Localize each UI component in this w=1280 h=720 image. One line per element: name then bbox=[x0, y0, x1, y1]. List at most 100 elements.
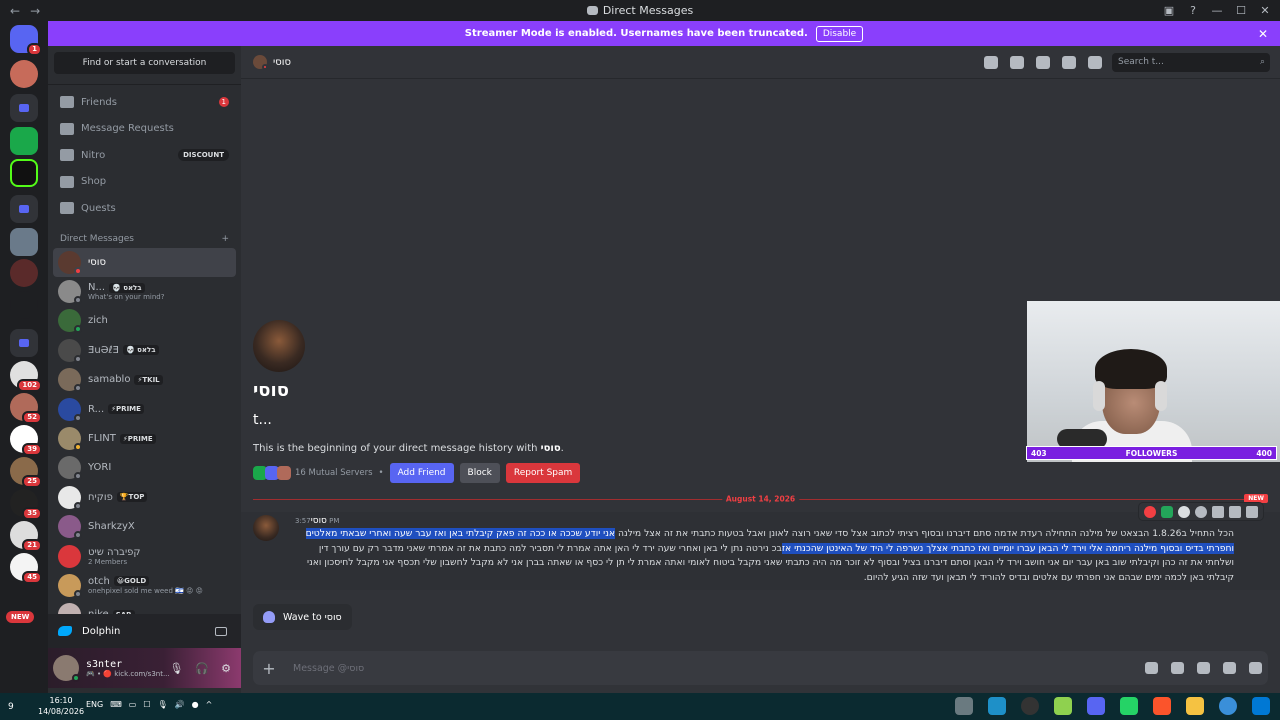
emoji-icon[interactable] bbox=[1223, 662, 1236, 674]
maximize-button[interactable]: ☐ bbox=[1232, 4, 1250, 17]
inbox-icon[interactable]: ▣ bbox=[1160, 4, 1178, 17]
dm-item[interactable]: otch 😀GOLD onehpixel sold me weed 🇮🇱 😡 😡 bbox=[53, 571, 236, 600]
add-friend-button[interactable]: Add Friend bbox=[389, 463, 454, 483]
keyboard-icon[interactable]: ⌨ bbox=[110, 700, 122, 709]
discord-taskbar-icon[interactable] bbox=[1087, 697, 1105, 715]
activity-panel[interactable]: Dolphin bbox=[48, 614, 241, 648]
taskbar-app-icon[interactable] bbox=[1054, 697, 1072, 715]
server-icon[interactable]: 25 bbox=[10, 457, 42, 488]
steam-icon[interactable] bbox=[988, 697, 1006, 715]
add-reaction-icon[interactable] bbox=[1195, 505, 1207, 518]
reply-icon[interactable] bbox=[1212, 505, 1224, 518]
screen-share-icon[interactable] bbox=[215, 626, 227, 636]
clock[interactable]: 16:10 14/08/2026 bbox=[38, 695, 84, 717]
start-button-icon[interactable] bbox=[1252, 697, 1270, 715]
server-icon[interactable] bbox=[10, 291, 38, 319]
server-icon[interactable]: 52 bbox=[10, 393, 42, 424]
server-folder-icon[interactable] bbox=[10, 195, 38, 223]
display-icon[interactable]: ☐ bbox=[143, 700, 150, 709]
gift-icon[interactable] bbox=[1145, 662, 1158, 674]
dm-item[interactable]: N... 💀 בלאס What's on your mind? bbox=[53, 277, 236, 306]
disable-button[interactable]: Disable bbox=[815, 25, 864, 42]
dm-item[interactable]: פוקיח 🏆TOP bbox=[53, 483, 236, 512]
search-input[interactable]: Search t... ⌕ bbox=[1112, 52, 1270, 72]
forward-arrow-icon[interactable]: → bbox=[30, 4, 40, 18]
whatsapp-icon[interactable] bbox=[1120, 697, 1138, 715]
server-icon[interactable] bbox=[10, 228, 38, 256]
dm-item[interactable]: zich bbox=[53, 306, 236, 335]
wave-button[interactable]: Wave to סוסי bbox=[253, 604, 352, 630]
mic-tray-icon[interactable]: 🎙 bbox=[158, 700, 168, 709]
show-hidden-icons-chevron-icon[interactable]: ^ bbox=[206, 700, 213, 709]
nav-friends[interactable]: Friends 1 bbox=[48, 89, 241, 116]
user-profile-icon[interactable] bbox=[1088, 55, 1102, 69]
message-input[interactable] bbox=[293, 662, 893, 674]
dm-item[interactable]: SharkzyX bbox=[53, 512, 236, 541]
heart-reaction-icon[interactable] bbox=[1144, 505, 1156, 518]
message-avatar[interactable] bbox=[253, 515, 279, 541]
server-icon[interactable]: 21 bbox=[10, 521, 42, 552]
nav-quests[interactable]: Quests bbox=[48, 195, 241, 222]
server-icon[interactable]: 39 bbox=[10, 425, 42, 456]
server-icon[interactable] bbox=[10, 259, 38, 287]
skull-reaction-icon[interactable] bbox=[1178, 505, 1190, 518]
close-window-button[interactable]: ✕ bbox=[1256, 4, 1274, 17]
dm-avatar-icon[interactable] bbox=[10, 60, 38, 88]
back-arrow-icon[interactable]: ← bbox=[10, 4, 20, 18]
headphones-icon[interactable]: 🎧 bbox=[195, 662, 209, 675]
server-icon[interactable] bbox=[10, 127, 38, 155]
server-folder-icon[interactable] bbox=[10, 94, 38, 122]
server-icon[interactable]: 45 bbox=[10, 553, 42, 584]
record-icon[interactable]: ● bbox=[192, 700, 199, 709]
channel-name[interactable]: סוסי bbox=[273, 57, 291, 68]
dm-item[interactable]: קפיברה שיט 2 Members bbox=[53, 541, 236, 570]
battery-icon[interactable]: ▭ bbox=[129, 700, 137, 709]
taskbar-app-icon[interactable] bbox=[955, 697, 973, 715]
more-options-icon[interactable] bbox=[1246, 505, 1258, 518]
dm-item[interactable]: FLINT ⚡PRIME bbox=[53, 424, 236, 453]
home-button[interactable]: 1 bbox=[10, 25, 42, 56]
forward-icon[interactable] bbox=[1229, 505, 1241, 518]
user-avatar[interactable] bbox=[53, 655, 80, 682]
report-spam-button[interactable]: Report Spam bbox=[505, 463, 581, 483]
kick-server-icon[interactable] bbox=[10, 159, 38, 187]
attach-plus-icon[interactable]: + bbox=[261, 659, 277, 678]
message-author[interactable]: סוסי bbox=[311, 516, 327, 526]
brave-browser-icon[interactable] bbox=[1153, 697, 1171, 715]
language-indicator[interactable]: ENG bbox=[86, 700, 103, 709]
minimize-button[interactable]: — bbox=[1208, 4, 1226, 17]
dm-item[interactable]: סוסי bbox=[53, 247, 236, 277]
settings-gear-icon[interactable]: ⚙ bbox=[221, 662, 231, 675]
close-banner-icon[interactable]: ✕ bbox=[1258, 27, 1268, 41]
apps-icon[interactable] bbox=[1249, 662, 1262, 674]
voice-call-icon[interactable] bbox=[984, 55, 998, 69]
dm-item[interactable]: R... ⚡PRIME bbox=[53, 394, 236, 423]
pin-icon[interactable] bbox=[1036, 55, 1050, 69]
server-folder-icon[interactable] bbox=[10, 329, 38, 357]
gif-icon[interactable] bbox=[1171, 662, 1184, 674]
message[interactable]: סוסי3:57 PM הכל התחיל ב1.8.26 הבצאט של מ… bbox=[241, 512, 1280, 590]
sticker-icon[interactable] bbox=[1197, 662, 1210, 674]
block-button[interactable]: Block bbox=[459, 463, 500, 483]
check-reaction-icon[interactable] bbox=[1161, 505, 1173, 518]
user-info[interactable]: s3nter 🎮 • 🔴 kick.com/s3nt... bbox=[86, 659, 170, 678]
dm-item[interactable]: YORI bbox=[53, 453, 236, 482]
dm-item[interactable]: ƎuƏℓƎ 💀 בלאס bbox=[53, 336, 236, 365]
help-icon[interactable]: ? bbox=[1184, 4, 1202, 17]
microphone-icon[interactable]: 🎙 bbox=[169, 662, 183, 675]
profile-avatar[interactable] bbox=[253, 320, 305, 372]
search-taskbar-icon[interactable] bbox=[1219, 697, 1237, 715]
mutual-servers-link[interactable]: 16 Mutual Servers bbox=[295, 468, 373, 478]
server-icon[interactable]: 102 bbox=[10, 361, 42, 392]
nav-nitro[interactable]: Nitro DISCOUNT bbox=[48, 142, 241, 169]
server-icon[interactable]: 35 bbox=[10, 489, 42, 520]
weather-widget[interactable]: 9 bbox=[8, 702, 28, 712]
video-call-icon[interactable] bbox=[1010, 55, 1024, 69]
volume-icon[interactable]: 🔊 bbox=[175, 700, 185, 709]
add-friends-icon[interactable] bbox=[1062, 55, 1076, 69]
file-explorer-icon[interactable] bbox=[1186, 697, 1204, 715]
nav-shop[interactable]: Shop bbox=[48, 169, 241, 196]
nav-message-requests[interactable]: Message Requests bbox=[48, 116, 241, 143]
find-conversation-button[interactable]: Find or start a conversation bbox=[54, 52, 235, 74]
mutual-servers-icons[interactable] bbox=[253, 466, 291, 480]
